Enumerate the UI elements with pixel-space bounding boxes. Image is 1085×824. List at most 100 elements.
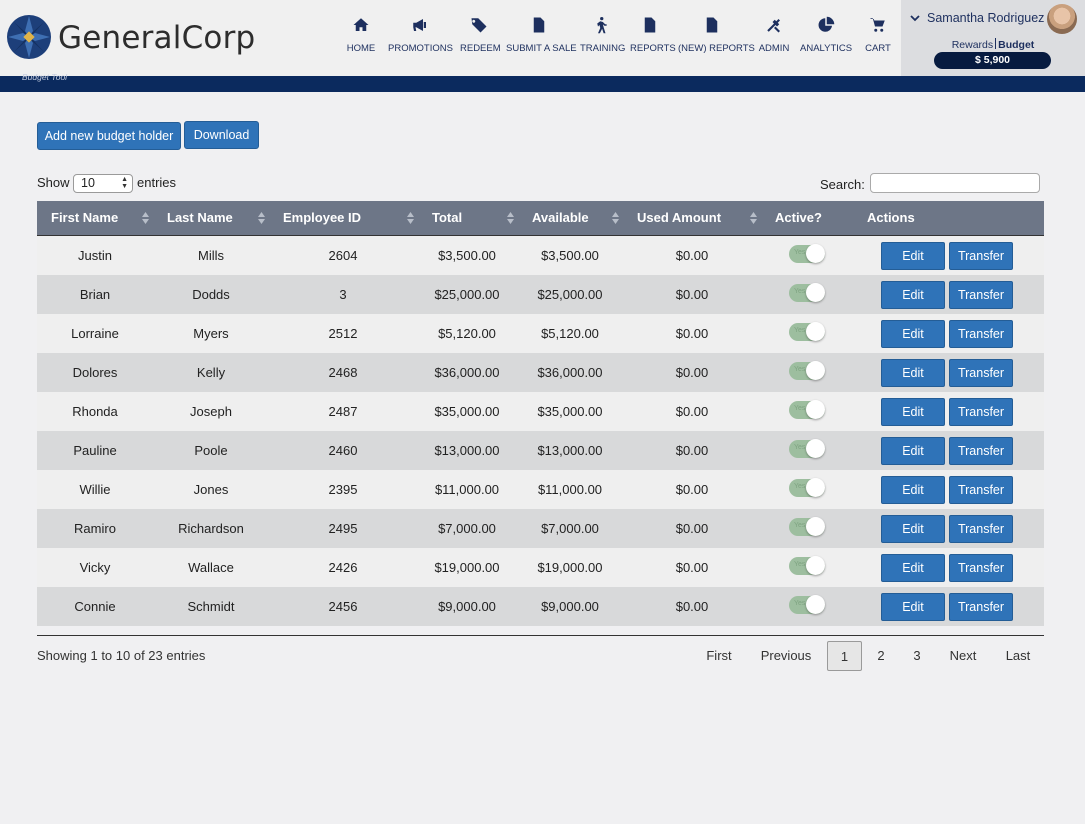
sort-icon[interactable] <box>142 212 149 224</box>
transfer-button[interactable]: Transfer <box>949 554 1013 582</box>
transfer-button[interactable]: Transfer <box>949 437 1013 465</box>
page-last[interactable]: Last <box>998 641 1038 671</box>
nav-redeem[interactable]: REDEEM <box>460 16 501 58</box>
page-1[interactable]: 1 <box>827 641 862 671</box>
active-toggle[interactable]: Yes <box>789 322 825 341</box>
add-budget-holder-button[interactable]: Add new budget holder <box>37 122 181 150</box>
download-button[interactable]: Download <box>184 121 259 149</box>
transfer-button[interactable]: Transfer <box>949 281 1013 309</box>
column-first-name[interactable]: First Name <box>51 201 151 235</box>
table-row: Connie Schmidt 2456 $9,000.00 $9,000.00 $0.00… <box>37 587 1044 626</box>
column-last-name[interactable]: Last Name <box>167 201 267 235</box>
active-toggle[interactable]: Yes <box>789 517 825 536</box>
home-icon <box>353 18 369 31</box>
sort-icon[interactable] <box>258 212 265 224</box>
edit-button[interactable]: Edit <box>881 320 945 348</box>
cell-total: $36,000.00 <box>434 365 500 380</box>
nav-label: TRAINING <box>580 43 626 54</box>
nav-promotions[interactable]: PROMOTIONS <box>388 16 453 58</box>
cell-used-amount: $0.00 <box>675 443 709 458</box>
cell-available: $7,000.00 <box>541 521 599 536</box>
active-toggle[interactable]: Yes <box>789 556 825 575</box>
cell-employee-id: 2460 <box>328 443 358 458</box>
rewards-link[interactable]: Rewards <box>952 39 993 51</box>
page-2[interactable]: 2 <box>866 641 896 671</box>
toggle-label: Yes <box>794 366 806 373</box>
toggle-label: Yes <box>794 405 806 412</box>
edit-button[interactable]: Edit <box>881 515 945 543</box>
toggle-knob <box>806 556 825 575</box>
cell-last-name: Joseph <box>190 404 232 419</box>
column-label: Available <box>532 210 589 225</box>
table-row: Dolores Kelly 2468 $36,000.00 $36,000.00 $0.0… <box>37 353 1044 392</box>
nav-label: REPORTS <box>630 43 676 54</box>
column-employee-id[interactable]: Employee ID <box>283 201 403 235</box>
active-toggle[interactable]: Yes <box>789 439 825 458</box>
cell-available: $25,000.00 <box>537 287 603 302</box>
edit-button[interactable]: Edit <box>881 437 945 465</box>
transfer-button[interactable]: Transfer <box>949 242 1013 270</box>
column-available[interactable]: Available <box>532 201 612 235</box>
nav-admin[interactable]: ADMIN <box>754 16 794 58</box>
sort-icon[interactable] <box>407 212 414 224</box>
sort-icon[interactable] <box>507 212 514 224</box>
page-3[interactable]: 3 <box>902 641 932 671</box>
column-label: Actions <box>867 210 915 225</box>
active-toggle[interactable]: Yes <box>789 400 825 419</box>
avatar[interactable] <box>1047 4 1077 34</box>
nav-analytics[interactable]: ANALYTICS <box>800 16 852 58</box>
transfer-button[interactable]: Transfer <box>949 593 1013 621</box>
page-next[interactable]: Next <box>942 641 984 671</box>
cell-first-name: Lorraine <box>71 326 119 341</box>
sort-icon[interactable] <box>612 212 619 224</box>
active-toggle[interactable]: Yes <box>789 595 825 614</box>
cell-last-name: Mills <box>198 248 224 263</box>
user-name[interactable]: Samantha Rodriguez <box>927 11 1044 25</box>
page-first[interactable]: First <box>698 641 740 671</box>
brand-logo[interactable]: GeneralCorp <box>6 14 255 62</box>
nav-submit-sale[interactable]: SUBMIT A SALE <box>506 16 577 58</box>
transfer-button[interactable]: Transfer <box>949 398 1013 426</box>
cell-last-name: Myers <box>193 326 229 341</box>
top-header: GeneralCorp HOME PROMOTIONS REDEEM SUBMI… <box>0 0 1085 76</box>
nav-training[interactable]: TRAINING <box>580 16 626 58</box>
active-toggle[interactable]: Yes <box>789 478 825 497</box>
page-previous[interactable]: Previous <box>754 641 818 671</box>
active-toggle[interactable]: Yes <box>789 361 825 380</box>
search-input[interactable] <box>870 173 1040 193</box>
select-arrows-icon: ▲ ▼ <box>121 176 128 190</box>
cell-available: $13,000.00 <box>537 443 603 458</box>
entries-select[interactable]: 10 ▲ ▼ <box>73 174 133 193</box>
transfer-button[interactable]: Transfer <box>949 515 1013 543</box>
edit-button[interactable]: Edit <box>881 554 945 582</box>
nav-cart[interactable]: CART <box>862 16 894 58</box>
cell-available: $36,000.00 <box>537 365 603 380</box>
pie-chart-icon <box>818 16 835 32</box>
nav-home[interactable]: HOME <box>344 16 378 58</box>
nav-new-reports[interactable]: (NEW) REPORTS <box>678 16 755 58</box>
cell-available: $35,000.00 <box>537 404 603 419</box>
chevron-down-icon[interactable] <box>909 12 921 24</box>
column-used-amount[interactable]: Used Amount <box>637 201 737 235</box>
edit-button[interactable]: Edit <box>881 398 945 426</box>
transfer-button[interactable]: Transfer <box>949 476 1013 504</box>
column-total[interactable]: Total <box>432 201 492 235</box>
active-toggle[interactable]: Yes <box>789 244 825 263</box>
balance-badge: $ 5,900 <box>934 52 1051 69</box>
cell-used-amount: $0.00 <box>675 521 709 536</box>
entries-select-value: 10 <box>81 176 95 190</box>
edit-button[interactable]: Edit <box>881 242 945 270</box>
active-toggle[interactable]: Yes <box>789 283 825 302</box>
transfer-button[interactable]: Transfer <box>949 359 1013 387</box>
edit-button[interactable]: Edit <box>881 281 945 309</box>
sort-icon[interactable] <box>750 212 757 224</box>
cell-total: $3,500.00 <box>438 248 496 263</box>
page-title-bar: Budget Tool <box>0 72 1085 92</box>
budget-link[interactable]: Budget <box>998 39 1034 51</box>
nav-label: PROMOTIONS <box>388 43 453 54</box>
edit-button[interactable]: Edit <box>881 476 945 504</box>
edit-button[interactable]: Edit <box>881 359 945 387</box>
nav-reports[interactable]: REPORTS <box>630 16 676 58</box>
edit-button[interactable]: Edit <box>881 593 945 621</box>
transfer-button[interactable]: Transfer <box>949 320 1013 348</box>
